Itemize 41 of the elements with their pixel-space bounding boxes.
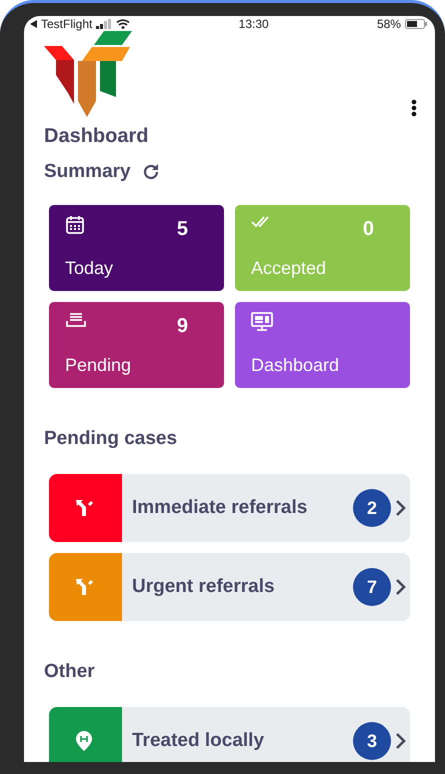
count-badge: 2 (353, 489, 391, 527)
case-label: Urgent referrals (131, 575, 276, 600)
count-badge: 3 (353, 722, 391, 760)
map-pin-icon (76, 731, 92, 751)
case-label: Treated locally (131, 729, 266, 754)
summary-tile[interactable]: 9 Pending (49, 302, 224, 388)
tile-label: Today (65, 258, 114, 279)
page-title: Dashboard (44, 125, 148, 148)
stacked-tray-icon (65, 312, 87, 328)
section-heading: Summary (44, 161, 131, 183)
back-icon[interactable] (30, 20, 37, 28)
fork-arrow-icon (74, 577, 94, 597)
chevron-right-icon (395, 578, 406, 596)
battery-percent: 58% (376, 16, 401, 30)
section-heading: Pending cases (44, 428, 178, 450)
summary-tile[interactable]: 5 Today (49, 205, 224, 291)
battery-icon (404, 18, 427, 28)
fork-arrow-icon (74, 498, 94, 518)
more-options-icon[interactable] (411, 99, 417, 117)
back-app-label[interactable]: TestFlight (41, 16, 92, 30)
case-list-item[interactable]: Immediate referrals 2 (49, 474, 410, 542)
tile-label: Pending (65, 355, 132, 376)
signal-icon (96, 18, 112, 28)
count-badge: 7 (353, 568, 391, 606)
section-heading: Other (44, 661, 95, 683)
wifi-icon (116, 18, 130, 28)
tile-count: 0 (362, 218, 374, 241)
status-time: 13:30 (238, 16, 269, 30)
chevron-right-icon (395, 499, 406, 517)
tile-count: 9 (176, 315, 188, 338)
case-list-item[interactable]: Urgent referrals 7 (49, 553, 410, 621)
monitor-icon (251, 312, 273, 332)
tile-label: Accepted (251, 258, 326, 279)
tile-count: 5 (176, 218, 188, 241)
calendar-icon (65, 215, 85, 235)
tile-label: Dashboard (251, 355, 340, 376)
summary-tile[interactable]: Dashboard (235, 302, 410, 388)
case-label: Immediate referrals (131, 496, 308, 520)
logo-icon (44, 31, 134, 117)
chevron-right-icon (395, 732, 406, 750)
case-list-item[interactable]: Treated locally 3 (49, 707, 410, 762)
